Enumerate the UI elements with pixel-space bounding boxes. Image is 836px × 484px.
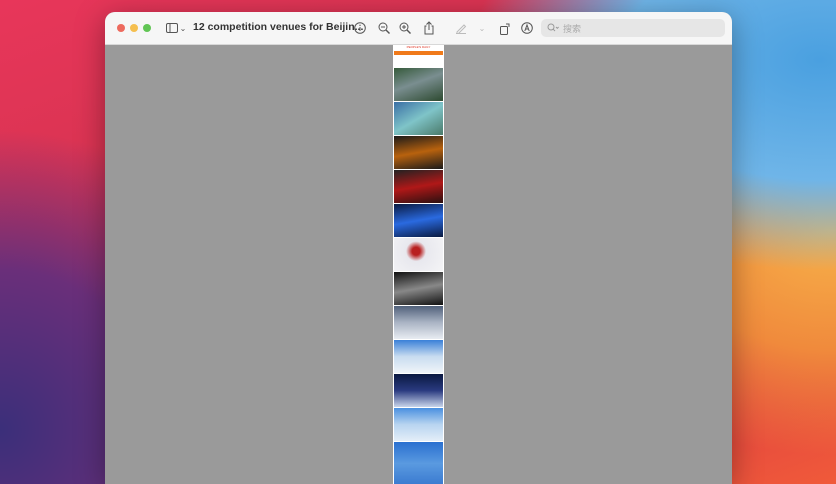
venue-image [394,272,443,305]
venue-image [394,306,443,339]
venue-image [394,238,443,271]
venue-image [394,442,443,484]
venue-image [394,374,443,407]
annotate-icon[interactable] [520,20,534,36]
document-image: PEOPLE'S DAILY [393,45,444,484]
search-icon [547,23,559,34]
preview-window: ⌄ 12 competition venues for Beijin... ⌄ … [105,12,732,484]
close-button[interactable] [117,24,125,32]
document-header: PEOPLE'S DAILY [394,45,443,50]
zoom-in-icon[interactable] [398,20,412,36]
toolbar: ⌄ 12 competition venues for Beijin... ⌄ … [105,12,732,45]
chevron-down-icon[interactable]: ⌄ [179,20,187,36]
info-icon[interactable] [353,20,367,36]
document-title: 12 competition venues for Beijin... [193,21,364,33]
header-banner [394,51,443,55]
share-icon[interactable] [422,20,436,36]
venue-image [394,102,443,135]
zoom-out-icon[interactable] [377,20,391,36]
chevron-down-icon[interactable]: ⌄ [478,20,486,36]
search-placeholder: 搜索 [563,23,582,34]
venue-image [394,170,443,203]
document-view[interactable]: PEOPLE'S DAILY [105,45,732,484]
venue-image [394,204,443,237]
sidebar-icon[interactable] [165,20,179,36]
venue-image [394,340,443,373]
venue-image [394,136,443,169]
zoom-button[interactable] [143,24,151,32]
minimize-button[interactable] [130,24,138,32]
markup-pen-icon[interactable] [454,20,468,36]
search-field[interactable]: 搜索 [541,19,725,37]
rotate-icon[interactable] [498,20,512,36]
venue-image [394,68,443,101]
venue-image [394,408,443,441]
